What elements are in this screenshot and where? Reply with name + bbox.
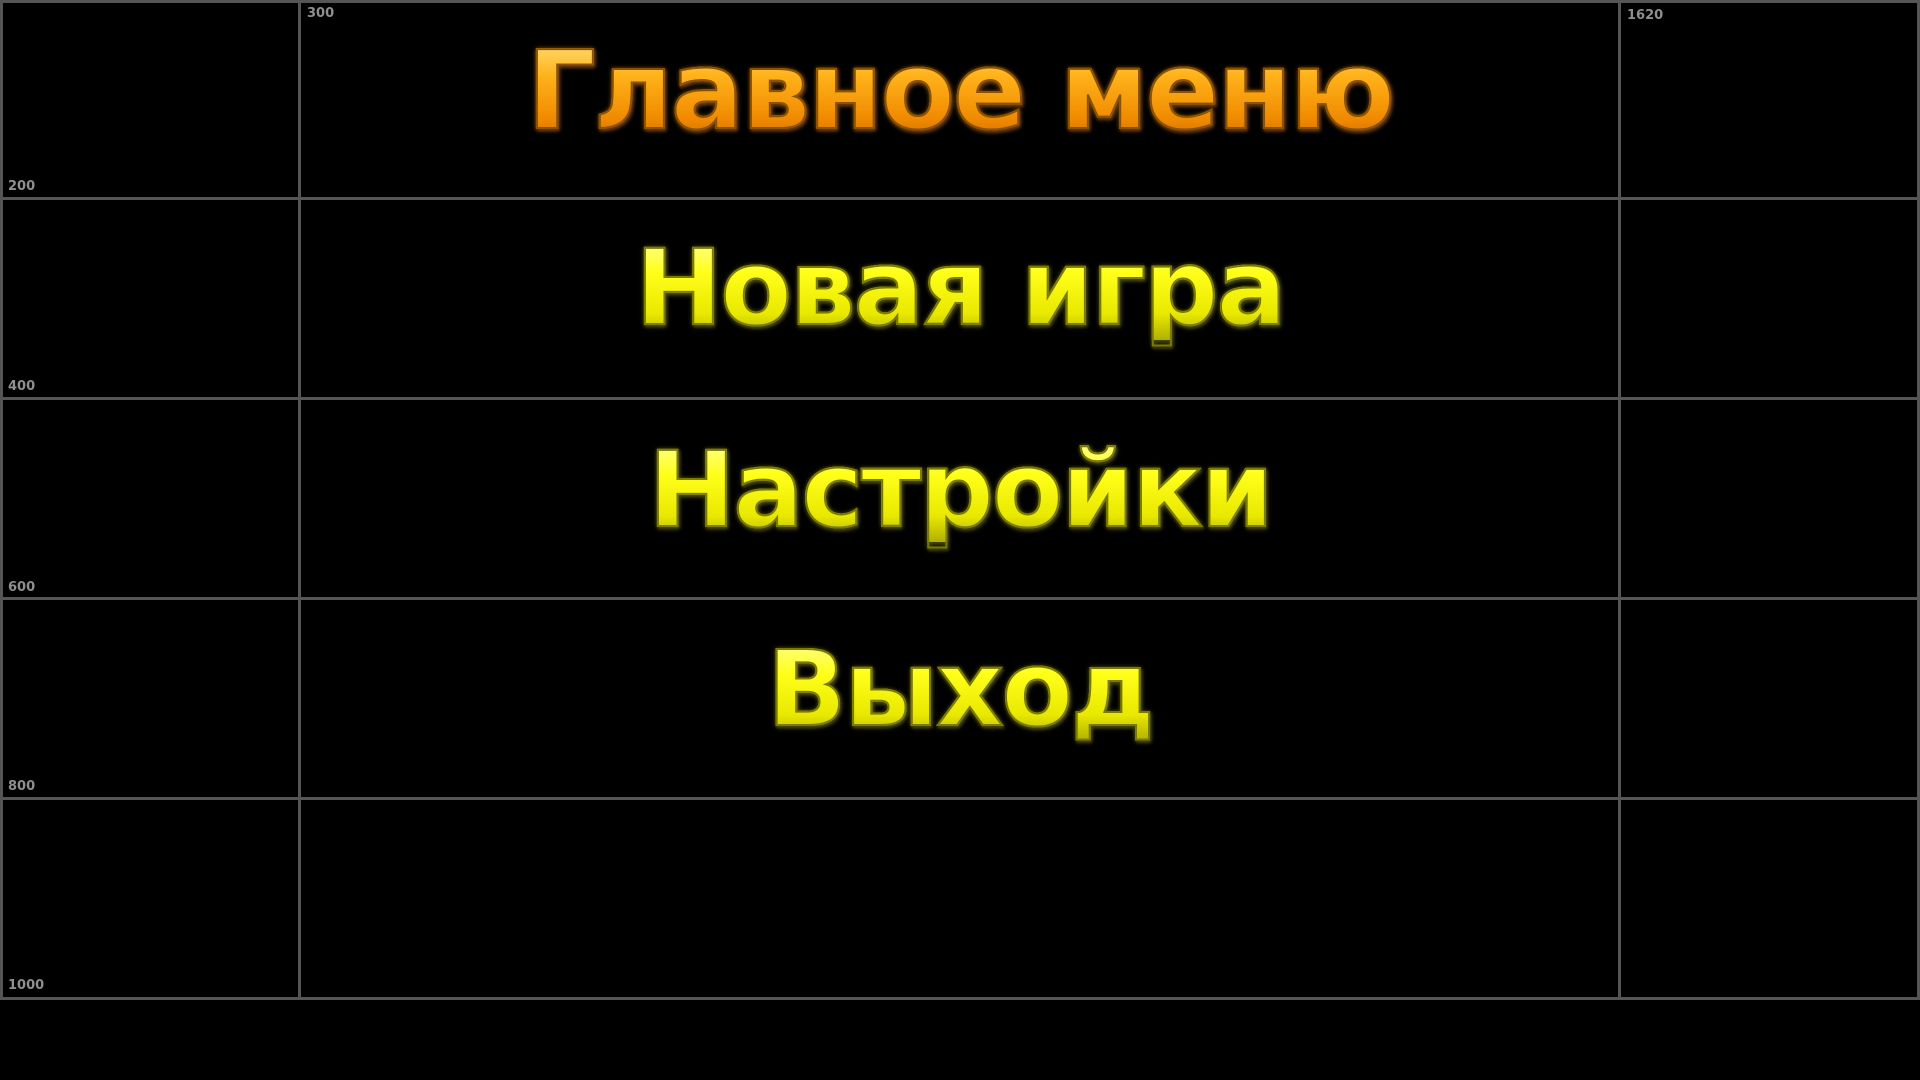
grid-line-h-600 bbox=[0, 597, 1920, 600]
grid-label-y-1000: 1000 bbox=[8, 978, 45, 993]
new-game-button[interactable]: Новая игра bbox=[300, 235, 1620, 341]
grid-label-y-200: 200 bbox=[8, 179, 36, 194]
grid-label-x-1620: 1620 bbox=[1627, 8, 1664, 23]
grid-label-x-300: 300 bbox=[307, 6, 335, 21]
exit-button[interactable]: Выход bbox=[300, 636, 1620, 742]
grid-line-h-800 bbox=[0, 797, 1920, 800]
grid-label-y-800: 800 bbox=[8, 779, 36, 794]
menu-title: Главное меню bbox=[300, 37, 1620, 147]
grid-label-y-400: 400 bbox=[8, 379, 36, 394]
main-menu-screen: 300 1620 200 400 600 800 1000 Главное ме… bbox=[0, 0, 1920, 1080]
grid-line-h-1000 bbox=[0, 997, 1920, 1000]
grid-label-y-600: 600 bbox=[8, 580, 36, 595]
grid-line-v-0 bbox=[0, 0, 3, 1000]
grid-line-h-0 bbox=[0, 0, 1920, 3]
grid-line-h-200 bbox=[0, 197, 1920, 200]
settings-button[interactable]: Настройки bbox=[300, 437, 1620, 543]
grid-line-h-400 bbox=[0, 397, 1920, 400]
